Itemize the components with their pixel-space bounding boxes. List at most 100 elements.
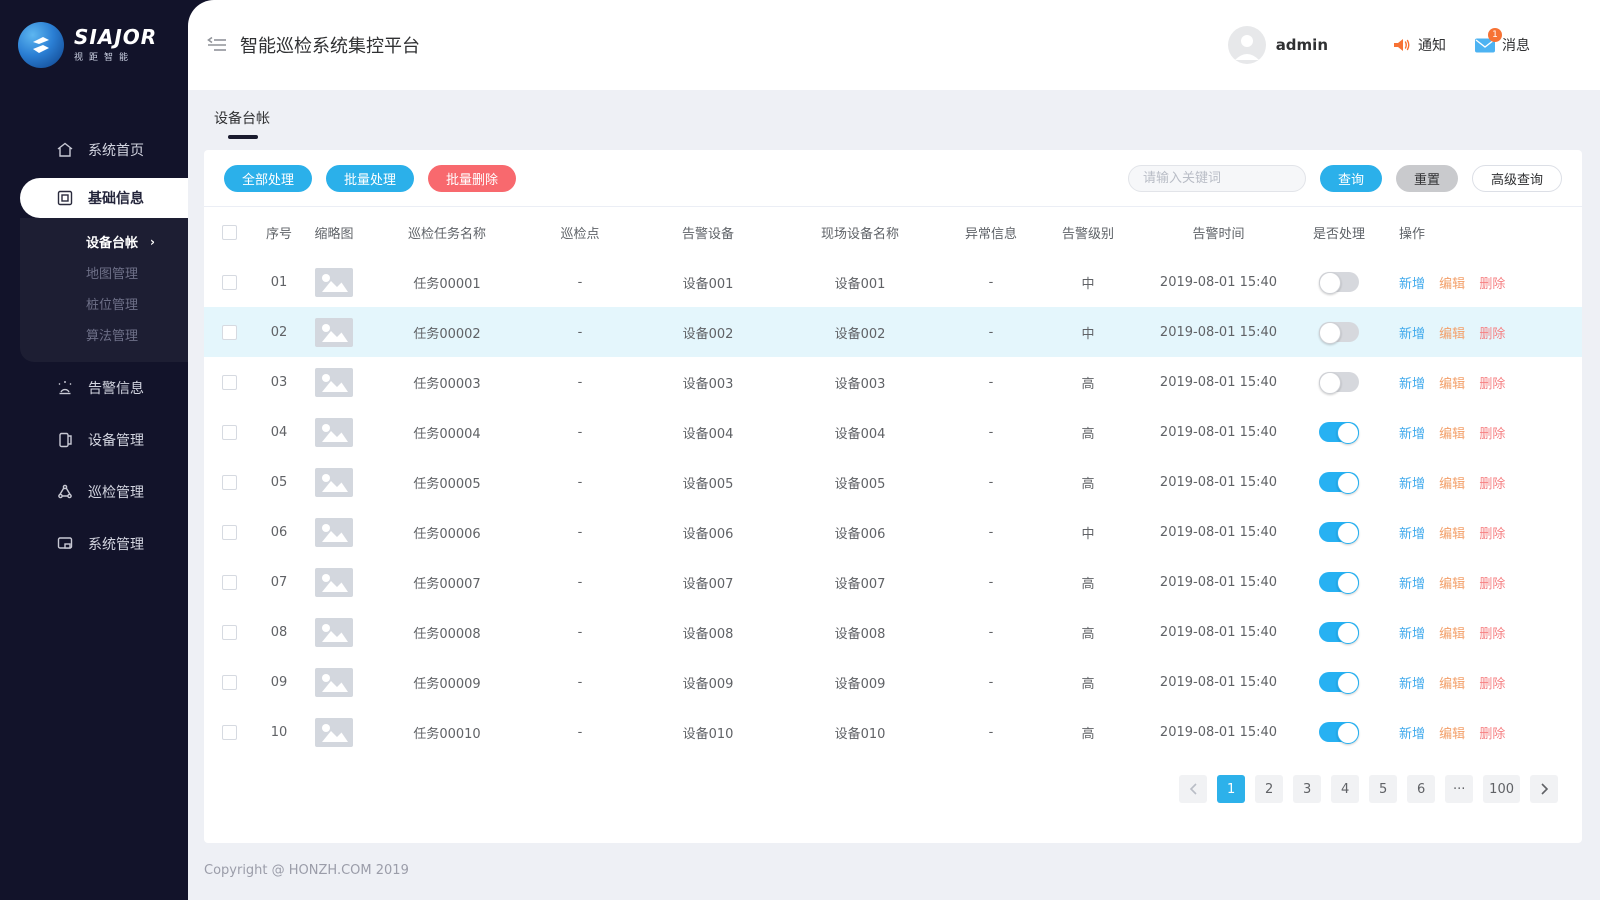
batch-process-button[interactable]: 批量处理 [326,165,414,192]
row-checkbox[interactable] [222,475,237,490]
page-button[interactable]: 3 [1293,775,1321,803]
table-header-row: 序号 缩略图 巡检任务名称 巡检点 告警设备 现场设备名称 异常信息 告警级别 … [204,207,1582,257]
prev-page-button[interactable] [1179,775,1207,803]
avatar[interactable] [1228,26,1266,64]
processed-toggle[interactable] [1319,322,1359,342]
submenu-item-map[interactable]: 地图管理 [20,257,188,288]
site-device: 设备001 [786,273,934,292]
processed-toggle[interactable] [1319,422,1359,442]
row-checkbox[interactable] [222,625,237,640]
add-link[interactable]: 新增 [1399,627,1425,642]
sidebar-item-device[interactable]: 设备管理 [0,414,188,466]
alarm-time: 2019-08-01 15:40 [1128,725,1309,740]
select-all-checkbox[interactable] [222,225,237,240]
page-button[interactable]: 4 [1331,775,1359,803]
processed-toggle[interactable] [1319,272,1359,292]
alarm-time: 2019-08-01 15:40 [1128,425,1309,440]
processed-toggle[interactable] [1319,522,1359,542]
row-checkbox[interactable] [222,325,237,340]
add-link[interactable]: 新增 [1399,327,1425,342]
processed-toggle[interactable] [1319,722,1359,742]
site-device: 设备006 [786,523,934,542]
alarm-time: 2019-08-01 15:40 [1128,475,1309,490]
sidebar-item-system[interactable]: 系统管理 [0,518,188,570]
sidebar-collapse-icon[interactable] [206,36,228,54]
submenu-item-algorithm[interactable]: 算法管理 [20,319,188,350]
edit-link[interactable]: 编辑 [1439,427,1465,442]
page-ellipsis-button[interactable]: ··· [1445,775,1473,803]
next-page-button[interactable] [1530,775,1558,803]
delete-link[interactable]: 删除 [1479,577,1505,592]
page-button[interactable]: 1 [1217,775,1245,803]
delete-link[interactable]: 删除 [1479,627,1505,642]
sidebar-item-label: 系统首页 [88,140,144,160]
add-link[interactable]: 新增 [1399,727,1425,742]
logo-icon [18,22,64,68]
processed-toggle[interactable] [1319,622,1359,642]
processed-toggle[interactable] [1319,472,1359,492]
reset-button[interactable]: 重置 [1396,165,1458,192]
site-device: 设备007 [786,573,934,592]
edit-link[interactable]: 编辑 [1439,627,1465,642]
table-row: 06 任务00006 - 设备006 设备006 - 中 2019-08-01 … [204,507,1582,557]
add-link[interactable]: 新增 [1399,477,1425,492]
add-link[interactable]: 新增 [1399,577,1425,592]
keyword-search-input[interactable] [1128,165,1306,192]
delete-link[interactable]: 删除 [1479,527,1505,542]
edit-link[interactable]: 编辑 [1439,277,1465,292]
table-row: 04 任务00004 - 设备004 设备004 - 高 2019-08-01 … [204,407,1582,457]
thumbnail-image [315,318,353,347]
processed-toggle[interactable] [1319,672,1359,692]
delete-link[interactable]: 删除 [1479,727,1505,742]
sidebar-item-inspection[interactable]: 巡检管理 [0,466,188,518]
row-checkbox[interactable] [222,425,237,440]
row-checkbox[interactable] [222,575,237,590]
edit-link[interactable]: 编辑 [1439,527,1465,542]
username[interactable]: admin [1276,36,1328,54]
processed-toggle[interactable] [1319,372,1359,392]
delete-link[interactable]: 删除 [1479,677,1505,692]
row-checkbox[interactable] [222,375,237,390]
row-checkbox[interactable] [222,725,237,740]
batch-delete-button[interactable]: 批量删除 [428,165,516,192]
add-link[interactable]: 新增 [1399,377,1425,392]
row-checkbox[interactable] [222,675,237,690]
row-checkbox[interactable] [222,525,237,540]
edit-link[interactable]: 编辑 [1439,577,1465,592]
sidebar-item-home[interactable]: 系统首页 [0,126,188,174]
add-link[interactable]: 新增 [1399,677,1425,692]
submenu-item-pile[interactable]: 桩位管理 [20,288,188,319]
advanced-query-button[interactable]: 高级查询 [1472,165,1562,192]
add-link[interactable]: 新增 [1399,277,1425,292]
delete-link[interactable]: 删除 [1479,377,1505,392]
edit-link[interactable]: 编辑 [1439,727,1465,742]
header: 智能巡检系统集控平台 admin 通知 1 消息 [188,0,1600,90]
page-button[interactable]: 2 [1255,775,1283,803]
edit-link[interactable]: 编辑 [1439,327,1465,342]
notice-button[interactable]: 通知 [1392,35,1446,55]
page-button[interactable]: 100 [1483,775,1520,803]
page-button[interactable]: 5 [1369,775,1397,803]
edit-link[interactable]: 编辑 [1439,477,1465,492]
row-checkbox[interactable] [222,275,237,290]
delete-link[interactable]: 删除 [1479,477,1505,492]
tab-device-ledger[interactable]: 设备台帐 [214,108,270,139]
page-button[interactable]: 6 [1407,775,1435,803]
processed-toggle[interactable] [1319,572,1359,592]
message-button[interactable]: 1 消息 [1474,35,1530,55]
add-link[interactable]: 新增 [1399,527,1425,542]
submenu-item-device-ledger[interactable]: 设备台帐 › [20,226,188,257]
delete-link[interactable]: 删除 [1479,427,1505,442]
sidebar-item-alarm[interactable]: 告警信息 [0,362,188,414]
sidebar-item-label: 系统管理 [88,534,144,554]
add-link[interactable]: 新增 [1399,427,1425,442]
edit-link[interactable]: 编辑 [1439,377,1465,392]
delete-link[interactable]: 删除 [1479,277,1505,292]
tab-active-indicator [228,135,258,139]
sidebar-item-base-info[interactable]: 基础信息 [20,178,188,218]
query-button[interactable]: 查询 [1320,165,1382,192]
edit-link[interactable]: 编辑 [1439,677,1465,692]
process-all-button[interactable]: 全部处理 [224,165,312,192]
delete-link[interactable]: 删除 [1479,327,1505,342]
alarm-device: 设备010 [630,723,786,742]
